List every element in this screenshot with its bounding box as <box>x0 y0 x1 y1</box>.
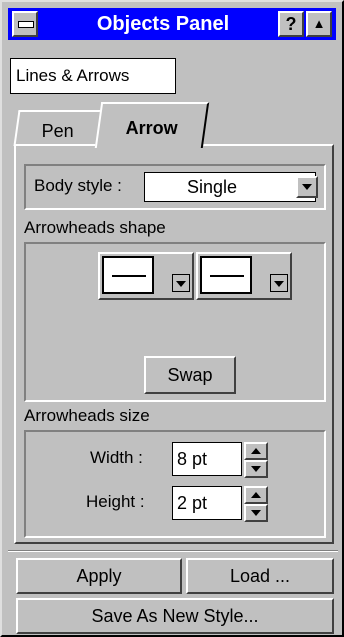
width-label: Width : <box>90 448 143 467</box>
rollup-button[interactable]: ▲ <box>306 11 332 37</box>
objects-panel: Objects Panel ? ▲ Lines & Arrows Pen Arr… <box>0 0 344 637</box>
apply-button[interactable]: Apply <box>16 558 182 594</box>
end-arrowhead-dropdown[interactable] <box>270 274 288 292</box>
title-bar[interactable]: Objects Panel ? ▲ <box>8 8 336 40</box>
line-icon <box>210 275 244 277</box>
chevron-down-icon <box>302 184 312 190</box>
system-menu-button[interactable] <box>12 11 38 37</box>
spin-down-icon[interactable] <box>244 460 268 478</box>
load-button[interactable]: Load ... <box>186 558 334 594</box>
start-arrowhead-preview <box>102 256 154 294</box>
width-spinner[interactable] <box>244 442 268 478</box>
width-field[interactable]: 8 pt <box>172 442 242 476</box>
spin-up-icon[interactable] <box>244 442 268 460</box>
chevron-down-icon <box>274 281 284 287</box>
arrowheads-size-label: Arrowheads size <box>24 406 150 425</box>
body-style-select[interactable]: Single <box>144 172 316 202</box>
help-button[interactable]: ? <box>278 11 304 37</box>
swap-button[interactable]: Swap <box>144 356 236 394</box>
spin-down-icon[interactable] <box>244 504 268 522</box>
height-label: Height : <box>86 492 145 511</box>
window-title: Objects Panel <box>96 13 230 35</box>
end-arrowhead-preview <box>200 256 252 294</box>
body-style-dropdown-button[interactable] <box>296 176 318 198</box>
object-type-select[interactable]: Lines & Arrows <box>10 58 176 94</box>
start-arrowhead-button[interactable] <box>98 252 194 300</box>
body-style-label: Body style : <box>34 176 122 195</box>
tab-arrow[interactable]: Arrow <box>94 102 210 148</box>
tab-pen[interactable]: Pen <box>13 110 103 146</box>
arrowheads-shape-label: Arrowheads shape <box>24 218 166 237</box>
height-spinner[interactable] <box>244 486 268 522</box>
spin-up-icon[interactable] <box>244 486 268 504</box>
height-field[interactable]: 2 pt <box>172 486 242 520</box>
start-arrowhead-dropdown[interactable] <box>172 274 190 292</box>
save-as-new-style-button[interactable]: Save As New Style... <box>16 598 334 634</box>
minus-icon <box>18 21 34 28</box>
divider <box>8 550 338 552</box>
line-icon <box>112 275 146 277</box>
end-arrowhead-button[interactable] <box>196 252 292 300</box>
chevron-down-icon <box>176 281 186 287</box>
